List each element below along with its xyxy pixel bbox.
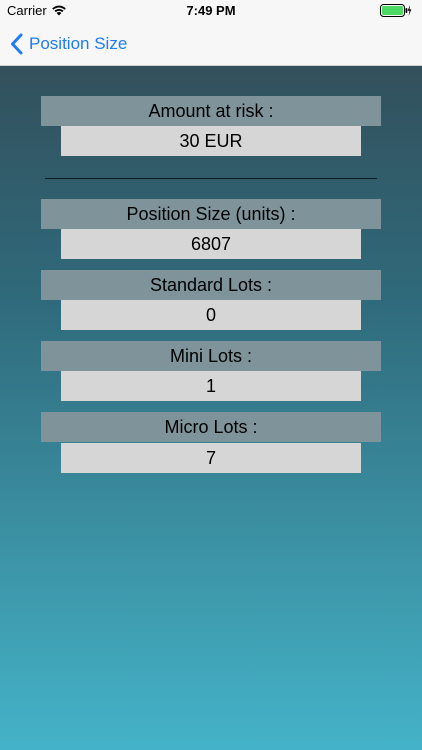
clock: 7:49 PM bbox=[186, 3, 236, 18]
mini-lots-label: Mini Lots : bbox=[41, 341, 381, 371]
standard-lots-value: 0 bbox=[61, 300, 361, 330]
micro-lots-value: 7 bbox=[61, 443, 361, 473]
micro-lots-label: Micro Lots : bbox=[41, 412, 381, 442]
mini-lots-value: 1 bbox=[61, 371, 361, 401]
results-panel: Amount at risk : 30 EUR Position Size (u… bbox=[0, 66, 422, 750]
back-button-label: Position Size bbox=[29, 34, 128, 53]
battery-charging-icon bbox=[380, 4, 412, 17]
amount-at-risk-label: Amount at risk : bbox=[41, 96, 381, 126]
standard-lots-label: Standard Lots : bbox=[41, 270, 381, 300]
navigation-bar: Position Size bbox=[0, 22, 422, 66]
position-size-label: Position Size (units) : bbox=[41, 199, 381, 229]
status-bar: Carrier 7:49 PM bbox=[0, 0, 422, 22]
amount-at-risk-value: 30 EUR bbox=[61, 126, 361, 156]
back-button[interactable]: Position Size bbox=[10, 30, 127, 58]
divider bbox=[45, 178, 377, 179]
chevron-left-icon bbox=[11, 33, 23, 55]
position-size-value: 6807 bbox=[61, 229, 361, 259]
